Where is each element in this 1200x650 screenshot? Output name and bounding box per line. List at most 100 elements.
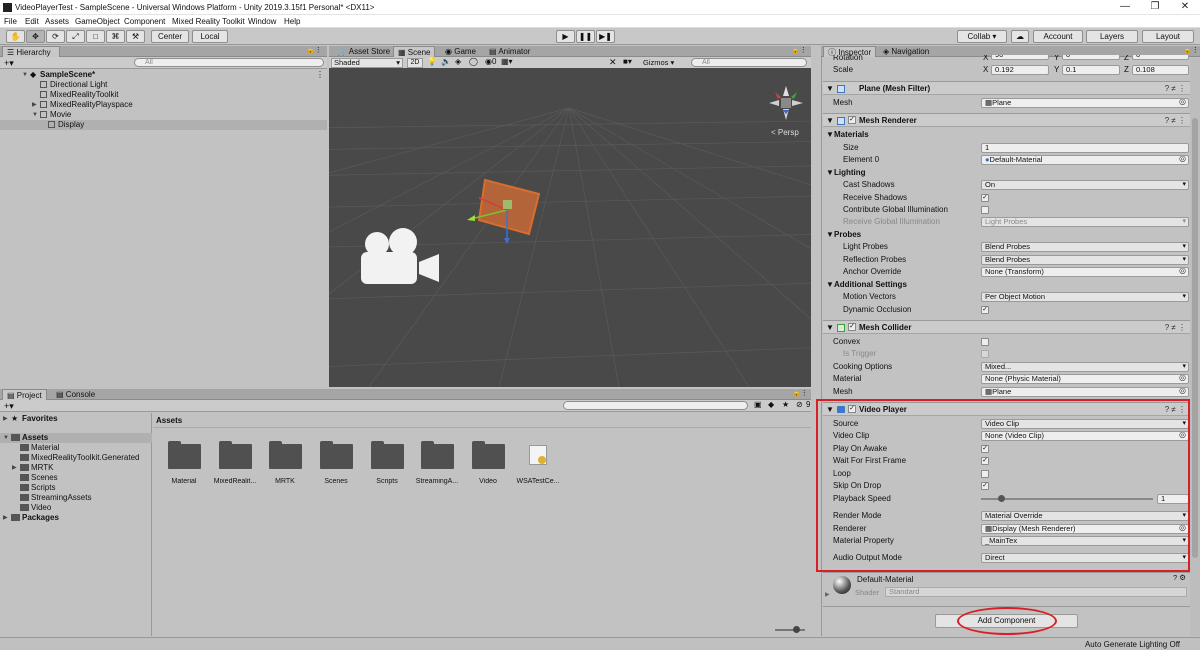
tab-project[interactable]: ▤ Project xyxy=(2,389,47,400)
rotation-x-field[interactable]: 90 xyxy=(991,55,1049,60)
favorite-star-icon[interactable]: ★ xyxy=(782,400,789,409)
folder-icon[interactable] xyxy=(472,441,505,469)
folder-icon[interactable] xyxy=(371,441,404,469)
maximize-button[interactable]: ❐ xyxy=(1140,1,1170,12)
scene-gizmo-icon[interactable] xyxy=(767,86,807,122)
scale-y-field[interactable]: 0.1 xyxy=(1062,65,1120,75)
foldout-arrow-icon[interactable]: ▼ xyxy=(826,129,834,141)
certificate-file-icon[interactable] xyxy=(529,445,547,465)
lock-icon[interactable]: 🔒⋮ xyxy=(306,46,322,54)
scene-menu-icon[interactable]: ⋮ xyxy=(316,70,324,80)
folder-tree-item[interactable]: MixedRealityToolkit.Generated xyxy=(0,453,152,463)
reflection-probes-dropdown[interactable]: Blend Probes xyxy=(981,255,1189,265)
size-field[interactable]: 1 xyxy=(981,143,1189,153)
mesh-collider-header[interactable]: ▼ ✓ Mesh Collider ? ≠ ⋮ xyxy=(823,320,1190,334)
hierarchy-item[interactable]: ▼ Movie xyxy=(0,110,327,120)
pause-button[interactable]: ❚❚ xyxy=(576,30,595,43)
light-probes-dropdown[interactable]: Blend Probes xyxy=(981,242,1189,252)
tab-asset-store[interactable]: 🛒 Asset Store xyxy=(333,46,394,57)
rotation-z-field[interactable]: 0 xyxy=(1132,55,1189,60)
tab-game[interactable]: ◉ Game xyxy=(441,46,480,57)
asset-label[interactable]: Material xyxy=(159,478,209,485)
collapse-arrow-icon[interactable]: ▶ xyxy=(825,591,830,598)
packages-row[interactable]: ▶ Packages xyxy=(0,513,152,523)
collapse-arrow-icon[interactable]: ▶ xyxy=(3,513,8,523)
folder-tree-item[interactable]: StreamingAssets xyxy=(0,493,152,503)
asset-label[interactable]: WSATestCe... xyxy=(513,478,563,485)
asset-label[interactable]: Video xyxy=(463,478,513,485)
collider-material-field[interactable]: None (Physic Material) xyxy=(981,374,1189,384)
collapse-arrow-icon[interactable]: ▶ xyxy=(32,100,37,110)
folder-tree-item[interactable]: Scenes xyxy=(0,473,152,483)
move-tool-icon[interactable]: ✥ xyxy=(26,30,45,43)
folder-tree-item[interactable]: Material xyxy=(0,443,152,453)
rect-tool-icon[interactable]: □ xyxy=(86,30,105,43)
foldout-arrow-icon[interactable]: ▼ xyxy=(826,114,834,127)
folder-tree-item[interactable]: ▶ MRTK xyxy=(0,463,152,473)
anchor-override-field[interactable]: None (Transform) xyxy=(981,267,1189,277)
rotation-y-field[interactable]: 0 xyxy=(1062,55,1120,60)
collab-dropdown[interactable]: Collab ▾ xyxy=(957,30,1007,43)
menu-gameobject[interactable]: GameObject xyxy=(75,17,120,26)
scrollbar-thumb[interactable] xyxy=(1192,118,1198,558)
foldout-arrow-icon[interactable]: ▼ xyxy=(826,229,834,241)
lighting-foldout[interactable]: ▼ Lighting xyxy=(823,167,1190,179)
menu-help[interactable]: Help xyxy=(284,17,300,26)
play-button[interactable]: ▶ xyxy=(556,30,575,43)
probes-foldout[interactable]: ▼ Probes xyxy=(823,229,1190,241)
mesh-filter-header[interactable]: ▼ Plane (Mesh Filter) ? ≠ ⋮ xyxy=(823,81,1190,95)
rotate-tool-icon[interactable]: ⟳ xyxy=(46,30,65,43)
convex-checkbox[interactable] xyxy=(981,338,989,346)
additional-settings-foldout[interactable]: ▼ Additional Settings xyxy=(823,279,1190,291)
transform-tool-icon[interactable]: ⌘ xyxy=(106,30,125,43)
scale-z-field[interactable]: 0.108 xyxy=(1132,65,1189,75)
assets-root-row[interactable]: ▼ Assets xyxy=(0,433,152,443)
foldout-arrow-icon[interactable]: ▼ xyxy=(826,321,834,334)
effects-icon[interactable]: ◈ xyxy=(455,57,461,66)
folder-icon[interactable] xyxy=(421,441,454,469)
filter-by-label-icon[interactable]: ◆ xyxy=(768,400,774,409)
motion-vectors-dropdown[interactable]: Per Object Motion xyxy=(981,292,1189,302)
hierarchy-item[interactable]: MixedRealityToolkit xyxy=(0,90,327,100)
collapse-arrow-icon[interactable]: ▶ xyxy=(3,414,8,424)
tools-icon[interactable]: ✕ xyxy=(609,57,617,68)
cast-shadows-dropdown[interactable]: On xyxy=(981,180,1189,190)
contribute-gi-checkbox[interactable] xyxy=(981,206,989,214)
folder-tree-item[interactable]: Video xyxy=(0,503,152,513)
mesh-field[interactable]: ▦Plane xyxy=(981,98,1189,108)
persp-label[interactable]: < Persp xyxy=(771,128,799,137)
menu-component[interactable]: Component xyxy=(124,17,165,26)
layers-dropdown[interactable]: Layers xyxy=(1086,30,1138,43)
receive-shadows-checkbox[interactable]: ✓ xyxy=(981,194,989,202)
asset-label[interactable]: MixedRealit... xyxy=(210,478,260,485)
account-dropdown[interactable]: Account xyxy=(1033,30,1083,43)
asset-label[interactable]: Scenes xyxy=(311,478,361,485)
menu-edit[interactable]: Edit xyxy=(25,17,39,26)
mesh-renderer-header[interactable]: ▼ ✓ Mesh Renderer ? ≠ ⋮ xyxy=(823,113,1190,127)
material-section[interactable]: Default-Material Shader Standard ▶ ? ⚙ xyxy=(823,572,1190,606)
tab-hierarchy[interactable]: ☰ Hierarchy xyxy=(2,46,60,57)
hierarchy-item[interactable]: ▶ MixedRealityPlayspace xyxy=(0,100,327,110)
folder-icon[interactable] xyxy=(219,441,252,469)
inspector-lock-icon[interactable]: 🔒⋮ xyxy=(1183,46,1199,54)
folder-icon[interactable] xyxy=(168,441,201,469)
icon-size-slider[interactable] xyxy=(775,626,805,633)
hierarchy-item-selected[interactable]: Display xyxy=(0,120,327,130)
cooking-options-dropdown[interactable]: Mixed... xyxy=(981,362,1189,372)
gizmos-dropdown[interactable]: Gizmos ▾ xyxy=(643,58,674,67)
tab-scene[interactable]: ▦ Scene xyxy=(393,46,436,57)
camera-settings-icon[interactable]: ■▾ xyxy=(623,57,632,66)
filter-by-type-icon[interactable]: ▣ xyxy=(754,400,762,409)
hand-tool-icon[interactable]: ✋ xyxy=(6,30,25,43)
scale-tool-icon[interactable]: ⤢ xyxy=(66,30,85,43)
camera-icon[interactable] xyxy=(359,226,445,290)
expand-arrow-icon[interactable]: ▼ xyxy=(22,70,28,80)
component-menu-icons[interactable]: ? ≠ ⋮ xyxy=(1165,114,1186,127)
cloud-icon[interactable]: ☁ xyxy=(1011,30,1029,43)
menu-window[interactable]: Window xyxy=(248,17,276,26)
menu-file[interactable]: File xyxy=(4,17,17,26)
scale-x-field[interactable]: 0.192 xyxy=(991,65,1049,75)
tab-animator[interactable]: ▤ Animator xyxy=(485,46,534,57)
material-menu-icons[interactable]: ? ⚙ xyxy=(1173,573,1186,582)
collapse-arrow-icon[interactable]: ▶ xyxy=(12,463,17,473)
